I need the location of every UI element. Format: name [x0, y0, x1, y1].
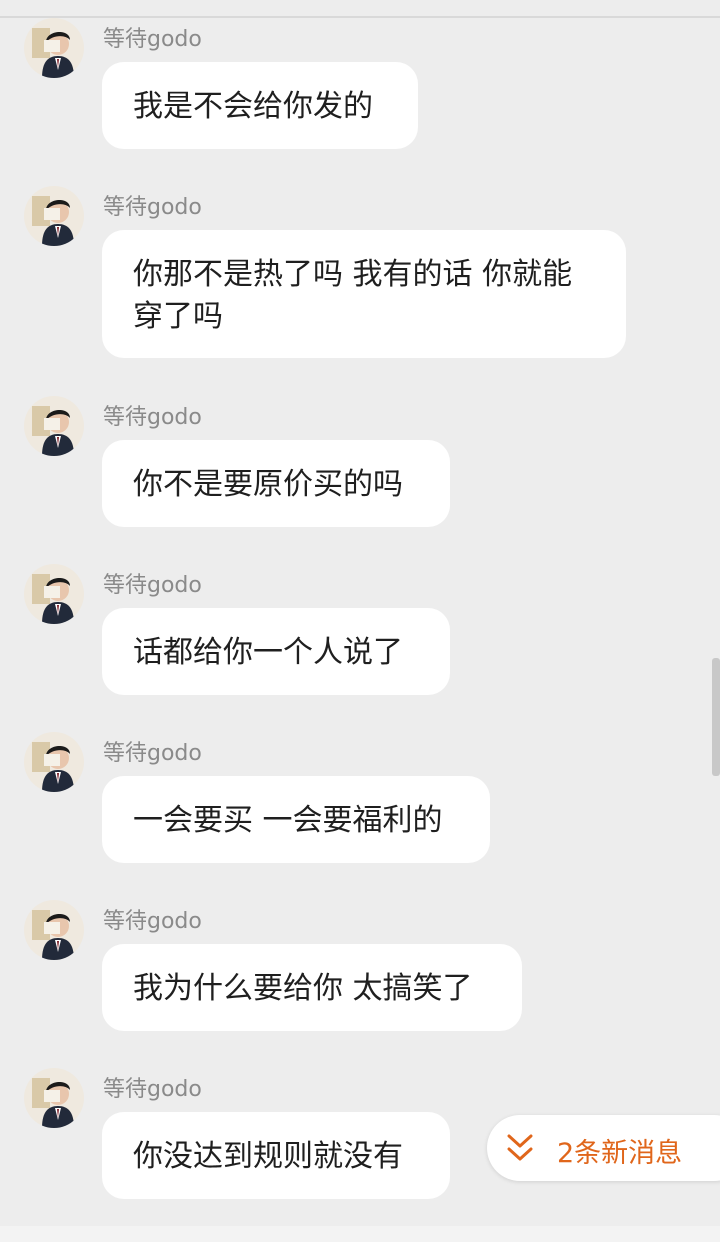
message-text: 我为什么要给你 太搞笑了 [133, 971, 473, 1006]
avatar-image [24, 186, 84, 246]
message-text: 你没达到规则就没有 [133, 1139, 403, 1174]
message-bubble[interactable]: 话都给你一个人说了 [102, 608, 450, 695]
top-divider [0, 16, 720, 18]
sender-name: 等待godo [103, 573, 202, 598]
sender-avatar[interactable] [24, 732, 84, 792]
avatar-image [24, 564, 84, 624]
avatar-image [24, 1068, 84, 1128]
scrollbar-thumb[interactable] [712, 658, 720, 776]
bottom-strip [0, 1226, 720, 1242]
double-chevron-down-icon [507, 1134, 533, 1161]
sender-avatar[interactable] [24, 1068, 84, 1128]
message-bubble[interactable]: 你没达到规则就没有 [102, 1112, 450, 1199]
sender-avatar[interactable] [24, 396, 84, 456]
new-messages-button[interactable]: 2条新消息 [487, 1115, 720, 1181]
chat-screen: 等待godo 我是不会给你发的 等待godo 你那不是热了吗 我有的话 你就能穿… [0, 0, 720, 1242]
message-text: 话都给你一个人说了 [133, 635, 403, 670]
message-text: 你那不是热了吗 我有的话 你就能穿了吗 [133, 257, 573, 334]
message-bubble[interactable]: 一会要买 一会要福利的 [102, 776, 490, 863]
sender-avatar[interactable] [24, 186, 84, 246]
message-text: 我是不会给你发的 [133, 89, 373, 124]
sender-name: 等待godo [103, 1077, 202, 1102]
sender-name: 等待godo [103, 909, 202, 934]
sender-name: 等待godo [103, 741, 202, 766]
new-messages-label: 2条新消息 [557, 1138, 683, 1169]
sender-name: 等待godo [103, 405, 202, 430]
message-bubble[interactable]: 你那不是热了吗 我有的话 你就能穿了吗 [102, 230, 626, 358]
avatar-image [24, 900, 84, 960]
message-text: 你不是要原价买的吗 [133, 467, 403, 502]
avatar-image [24, 18, 84, 78]
avatar-image [24, 732, 84, 792]
message-bubble[interactable]: 我是不会给你发的 [102, 62, 418, 149]
avatar-image [24, 396, 84, 456]
message-text: 一会要买 一会要福利的 [133, 803, 443, 838]
sender-avatar[interactable] [24, 564, 84, 624]
message-bubble[interactable]: 你不是要原价买的吗 [102, 440, 450, 527]
message-bubble[interactable]: 我为什么要给你 太搞笑了 [102, 944, 522, 1031]
sender-name: 等待godo [103, 27, 202, 52]
sender-avatar[interactable] [24, 900, 84, 960]
sender-avatar[interactable] [24, 18, 84, 78]
sender-name: 等待godo [103, 195, 202, 220]
